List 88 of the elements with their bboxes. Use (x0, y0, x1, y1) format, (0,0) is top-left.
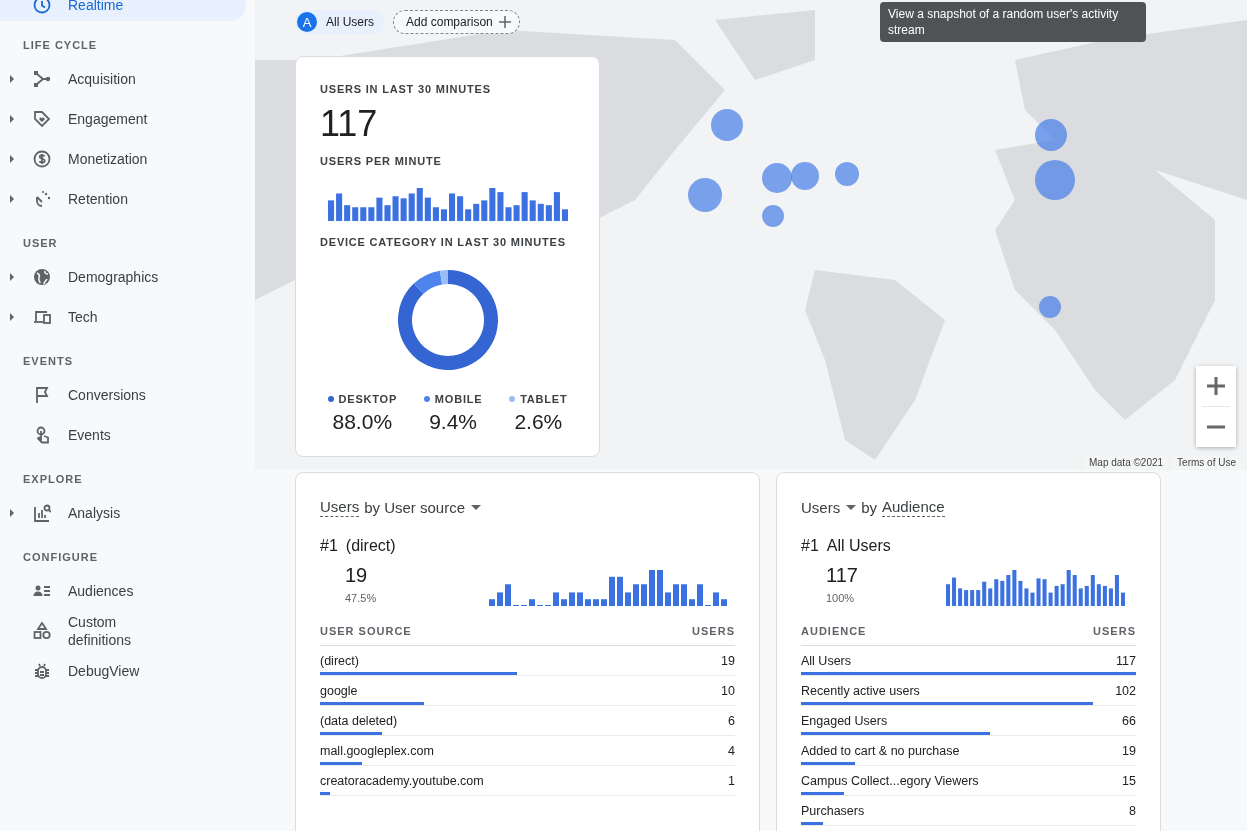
top-item-name: (direct) (345, 536, 396, 556)
table-cell-text: 102 (1115, 683, 1136, 700)
legend-label: TABLET (520, 392, 568, 407)
top-item-value: 117 (826, 564, 858, 586)
section-header: EVENTS (23, 354, 73, 369)
segment-chip[interactable]: A All Users (295, 10, 385, 34)
column-header: USERS (1093, 624, 1136, 639)
table-cell-text: 19 (721, 653, 735, 670)
sidebar-item[interactable]: Engagement (0, 99, 246, 139)
devices-icon (33, 308, 51, 326)
zoom-in-button[interactable] (1196, 366, 1236, 406)
table-cell-text: 1 (728, 773, 735, 790)
table-cell-text: 10 (721, 683, 735, 700)
add-comparison-button[interactable]: Add comparison (393, 10, 520, 34)
section-header: USER (23, 236, 58, 251)
legend-label: MOBILE (434, 392, 483, 407)
segment-letter: A (297, 12, 317, 32)
table-cell-text: 4 (728, 743, 735, 760)
tooltip: View a snapshot of a random user's activity stream (880, 2, 1146, 42)
table-cell-text: (data deleted) (320, 713, 398, 730)
sidebar-item[interactable]: Custom definitions (0, 611, 246, 651)
table-cell-text: Purchasers (801, 803, 865, 820)
legend-value: 88.0% (332, 409, 393, 435)
table-cell-text: google (320, 683, 358, 700)
sidebar-item[interactable]: Audiences (0, 571, 246, 611)
card-title[interactable]: Audience (882, 497, 945, 517)
sidebar-item[interactable]: Monetization (0, 139, 246, 179)
sidebar-item[interactable]: DebugView (0, 651, 246, 691)
sidebar-item[interactable]: Demographics (0, 257, 246, 297)
zoom-out-button[interactable] (1196, 407, 1236, 447)
table-cell-text: Campus Collect...egory Viewers (801, 773, 979, 790)
sidebar-item[interactable]: Events (0, 415, 246, 455)
plus-icon (498, 16, 511, 28)
table-cell-text: Recently active users (801, 683, 920, 700)
column-header: USERS (692, 624, 735, 639)
table-cell-text: All Users (801, 653, 851, 670)
table-cell-text: 6 (728, 713, 735, 730)
sidebar-item[interactable]: Acquisition (0, 59, 246, 99)
legend-value: 9.4% (429, 409, 478, 435)
sidebar-item[interactable]: Tech (0, 297, 246, 337)
table-cell-text: creatoracademy.youtube.com (320, 773, 484, 790)
card-title: by (861, 498, 877, 516)
table-cell-text: mall.googleplex.com (320, 743, 434, 760)
rank-label: #1 (801, 536, 819, 556)
rank-label: #1 (320, 536, 338, 556)
sidebar-item[interactable]: Analysis (0, 493, 246, 533)
table-cell-text: Added to cart & no purchase (801, 743, 960, 760)
section-header: EXPLORE (23, 472, 83, 487)
branch-icon (33, 70, 51, 88)
chart-icon (33, 504, 51, 522)
sidebar-item[interactable]: Retention (0, 179, 246, 219)
table-cell-text: 66 (1122, 713, 1136, 730)
card-title[interactable]: Users (801, 498, 857, 516)
dropdown-icon (846, 504, 857, 510)
table-cell-text: 19 (1122, 743, 1136, 760)
dropdown-icon (471, 504, 482, 510)
sidebar-item[interactable]: Conversions (0, 375, 246, 415)
sidebar-item[interactable]: Realtime (0, 0, 246, 21)
top-item-name: All Users (826, 536, 891, 556)
table-cell-text: (direct) (320, 653, 359, 670)
flag-icon (33, 386, 51, 404)
metric-label: DEVICE CATEGORY IN LAST 30 MINUTES (320, 235, 566, 250)
tag-icon (33, 110, 51, 128)
table-cell-text: 8 (1129, 803, 1136, 820)
top-item-value: 19 (345, 564, 369, 586)
metric-label: USERS PER MINUTE (320, 154, 442, 169)
top-item-share: 47.5% (345, 591, 377, 606)
minus-icon (1207, 425, 1225, 429)
dollar-icon (33, 150, 51, 168)
table-cell-text: 15 (1122, 773, 1136, 790)
section-header: LIFE CYCLE (23, 38, 98, 53)
column-header: AUDIENCE (801, 624, 867, 639)
shapes-icon (33, 622, 51, 640)
plus-icon (1207, 377, 1225, 395)
section-header: CONFIGURE (23, 550, 98, 565)
top-item-share: 100% (826, 591, 856, 606)
globe-icon (33, 268, 51, 286)
card-title[interactable]: by User source (364, 498, 482, 516)
metric-label: USERS IN LAST 30 MINUTES (320, 82, 491, 97)
card-title[interactable]: Users (320, 497, 360, 517)
bug-icon (33, 662, 51, 680)
clock-icon (33, 0, 51, 14)
table-cell-text: Engaged Users (801, 713, 888, 730)
legend-value: 2.6% (514, 409, 563, 435)
user-count: 117 (320, 104, 378, 144)
column-header: USER SOURCE (320, 624, 412, 639)
table-cell-text: 117 (1116, 653, 1136, 670)
legend-label: DESKTOP (338, 392, 398, 407)
